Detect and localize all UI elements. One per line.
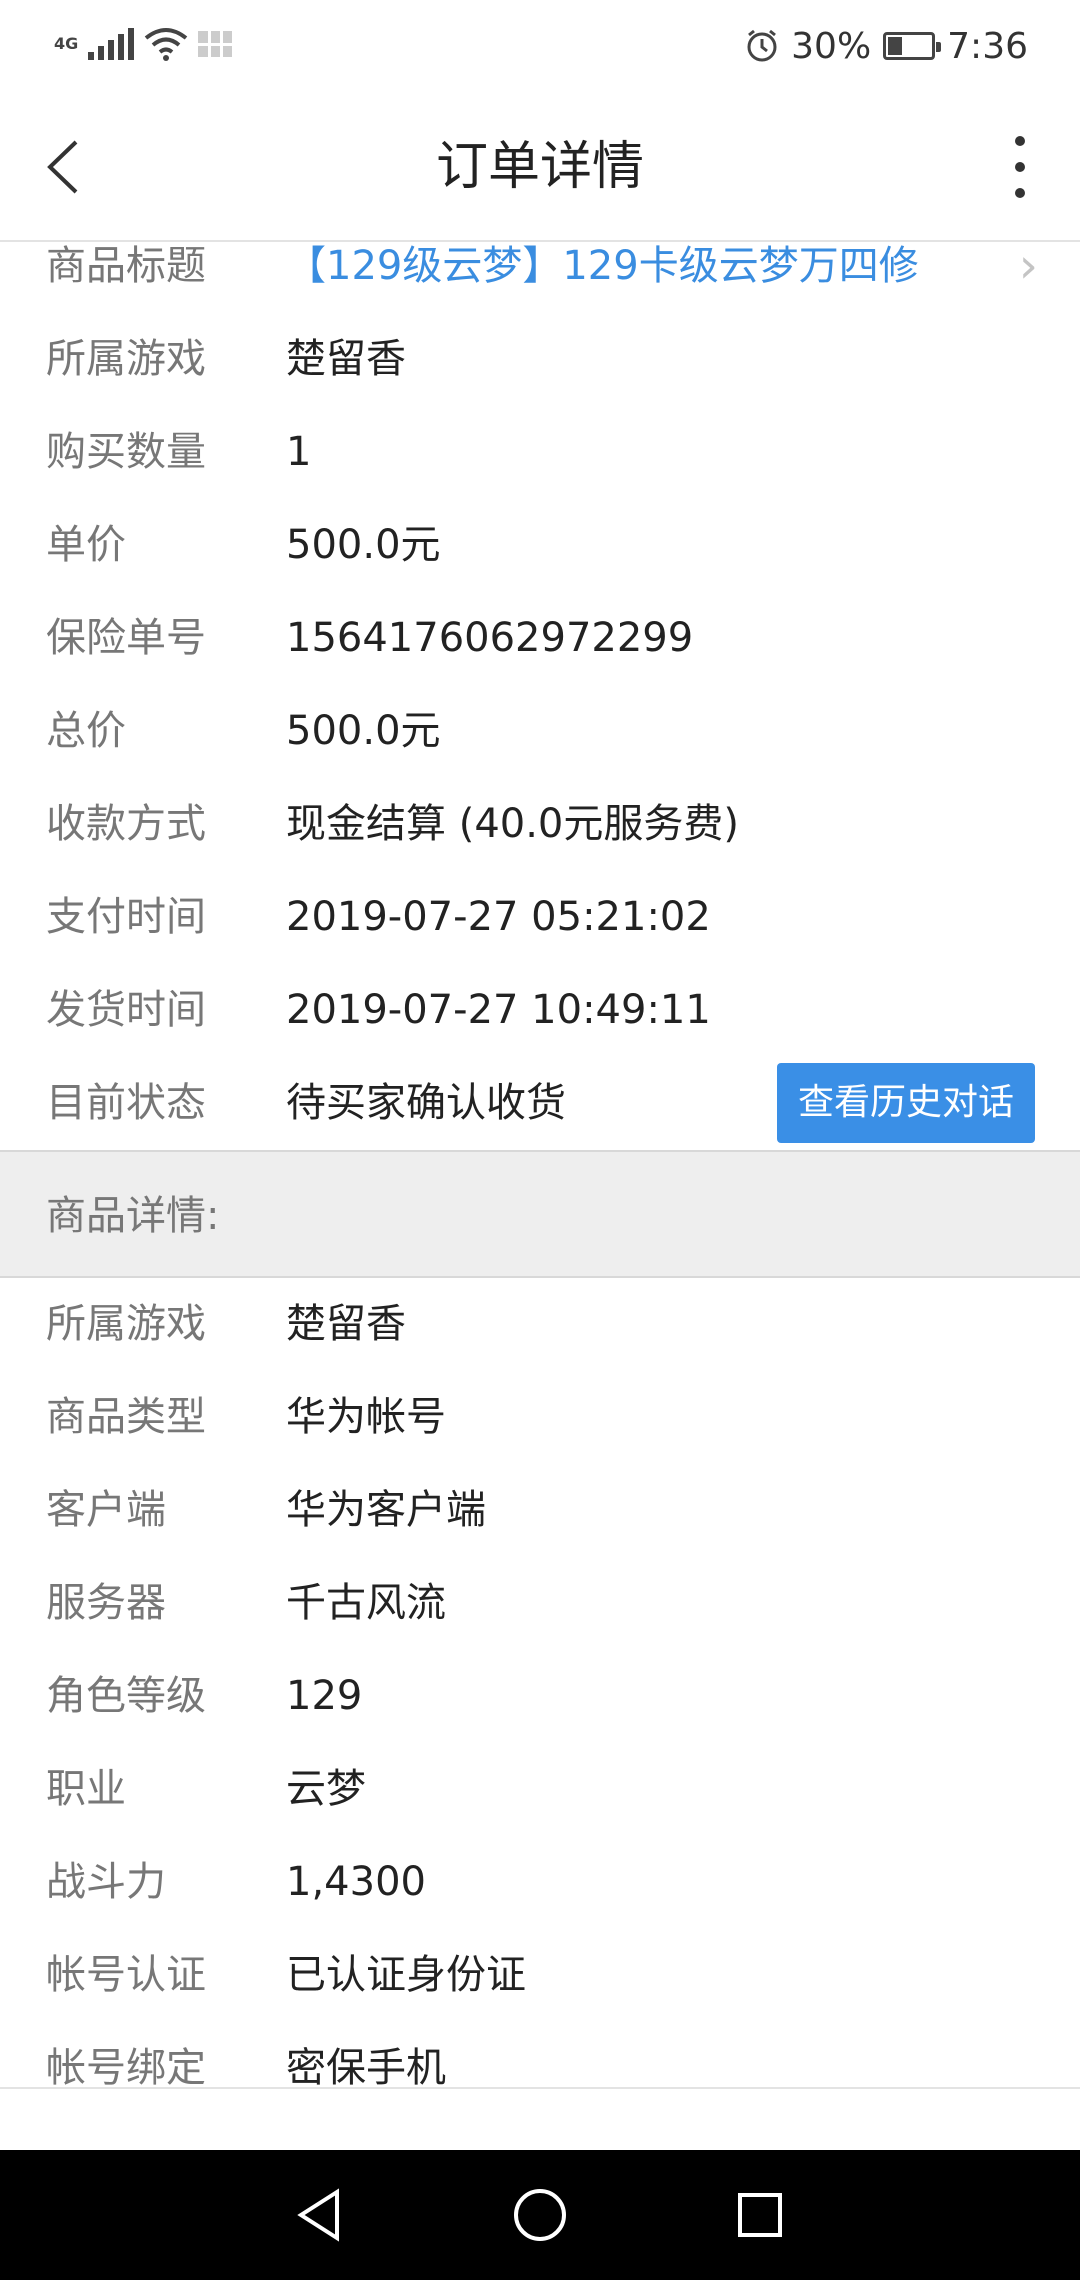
order-field-label: 收款方式 xyxy=(46,801,206,847)
recents-square-icon[interactable] xyxy=(730,2185,790,2245)
order-field-row: 总价 500.0元 xyxy=(0,685,1080,778)
order-field-row: 购买数量 1 xyxy=(0,406,1080,499)
detail-field-value: 1,4300 xyxy=(286,1859,426,1905)
detail-field-label: 战斗力 xyxy=(46,1859,166,1905)
order-field-value: 2019-07-27 10:49:11 xyxy=(286,987,711,1033)
order-field-row: 单价 500.0元 xyxy=(0,499,1080,592)
detail-field-value: 千古风流 xyxy=(286,1580,446,1626)
network-type: 4G xyxy=(54,34,79,53)
page-title: 订单详情 xyxy=(435,137,644,197)
order-field-row: 所属游戏 楚留香 xyxy=(0,313,1080,406)
detail-field-row: 帐号认证 已认证身份证 xyxy=(0,1929,1080,2022)
detail-field-row: 帐号绑定 密保手机 xyxy=(0,2022,1080,2090)
status-right: 30% 7:36 xyxy=(745,18,1028,74)
order-field-label: 所属游戏 xyxy=(46,336,206,382)
system-nav-bar xyxy=(0,2150,1080,2280)
detail-field-value: 密保手机 xyxy=(286,2045,446,2090)
detail-field-row: 所属游戏 楚留香 xyxy=(0,1278,1080,1371)
detail-field-value: 楚留香 xyxy=(286,1301,406,1347)
order-field-label: 单价 xyxy=(46,522,126,568)
order-field-value: 500.0元 xyxy=(286,708,441,754)
battery-percent: 30% xyxy=(791,25,872,67)
detail-field-row: 角色等级 129 xyxy=(0,1650,1080,1743)
more-vertical-icon[interactable] xyxy=(1000,132,1040,202)
order-field-row: 支付时间 2019-07-27 05:21:02 xyxy=(0,871,1080,964)
detail-field-label: 角色等级 xyxy=(46,1673,206,1719)
battery-icon xyxy=(883,32,942,60)
divider xyxy=(0,2087,1080,2089)
order-field-value: 1 xyxy=(286,429,312,475)
detail-field-label: 帐号绑定 xyxy=(46,2045,206,2090)
back-triangle-icon[interactable] xyxy=(290,2185,350,2245)
order-field-row: 保险单号 1564176062972299 xyxy=(0,592,1080,685)
detail-field-label: 客户端 xyxy=(46,1487,166,1533)
order-field-label: 发货时间 xyxy=(46,987,206,1033)
order-field-value: 现金结算 (40.0元服务费) xyxy=(286,801,739,847)
detail-field-label: 职业 xyxy=(46,1766,126,1812)
detail-field-row: 战斗力 1,4300 xyxy=(0,1836,1080,1929)
wifi-icon xyxy=(145,28,188,61)
status-row: 目前状态 待买家确认收货 查看历史对话 xyxy=(0,1057,1080,1150)
section-header-details: 商品详情: xyxy=(0,1150,1080,1278)
home-circle-icon[interactable] xyxy=(510,2185,570,2245)
alarm-icon xyxy=(747,29,777,62)
detail-field-row: 职业 云梦 xyxy=(0,1743,1080,1836)
detail-field-value: 华为客户端 xyxy=(286,1487,486,1533)
status-value: 待买家确认收货 xyxy=(286,1080,566,1126)
detail-field-label: 服务器 xyxy=(46,1580,166,1626)
chevron-right-icon[interactable]: › xyxy=(1019,242,1038,313)
order-field-value: 500.0元 xyxy=(286,522,441,568)
detail-field-label: 帐号认证 xyxy=(46,1952,206,1998)
view-history-button[interactable]: 查看历史对话 xyxy=(777,1063,1035,1143)
order-field-label: 保险单号 xyxy=(46,615,206,661)
order-field-label: 购买数量 xyxy=(46,429,206,475)
status-label: 目前状态 xyxy=(46,1080,206,1126)
status-left: 4G xyxy=(54,22,233,66)
order-field-row: 发货时间 2019-07-27 10:49:11 xyxy=(0,964,1080,1057)
order-field-value: 楚留香 xyxy=(286,336,406,382)
detail-field-value: 已认证身份证 xyxy=(286,1952,526,1998)
clock: 7:36 xyxy=(947,25,1028,67)
detail-field-label: 商品类型 xyxy=(46,1394,206,1440)
order-field-label: 支付时间 xyxy=(46,894,206,940)
order-field-label: 总价 xyxy=(46,708,126,754)
detail-fields: 所属游戏 楚留香商品类型 华为帐号客户端 华为客户端服务器 千古风流角色等级 129 职业 云… xyxy=(0,1278,1080,2090)
signal-icon xyxy=(88,28,135,60)
detail-field-row: 客户端 华为客户端 xyxy=(0,1464,1080,1557)
detail-field-value: 云梦 xyxy=(286,1766,366,1812)
order-field-value: 1564176062972299 xyxy=(286,615,694,661)
order-field-row: 收款方式 现金结算 (40.0元服务费) xyxy=(0,778,1080,871)
app-header: 订单详情 xyxy=(0,92,1080,242)
order-fields: 所属游戏 楚留香 购买数量 1 单价 500.0元 保险单号 1564176062972299… xyxy=(0,313,1080,1057)
detail-field-value: 华为帐号 xyxy=(286,1394,446,1440)
order-title-link[interactable]: 【129级云梦】129卡级云梦万四修 xyxy=(286,242,919,313)
order-title-row[interactable]: 商品标题 【129级云梦】129卡级云梦万四修 › xyxy=(0,242,1080,313)
notification-grid-icon xyxy=(198,31,233,57)
order-detail-content[interactable]: 商品标题 【129级云梦】129卡级云梦万四修 › 所属游戏 楚留香 购买数量 1 单价… xyxy=(0,242,1080,2090)
detail-field-row: 商品类型 华为帐号 xyxy=(0,1371,1080,1464)
detail-field-label: 所属游戏 xyxy=(46,1301,206,1347)
order-title-label: 商品标题 xyxy=(46,243,206,289)
order-field-value: 2019-07-27 05:21:02 xyxy=(286,894,711,940)
detail-field-value: 129 xyxy=(286,1673,363,1719)
status-bar: 4G 30% 7:36 xyxy=(0,0,1080,92)
detail-field-row: 服务器 千古风流 xyxy=(0,1557,1080,1650)
